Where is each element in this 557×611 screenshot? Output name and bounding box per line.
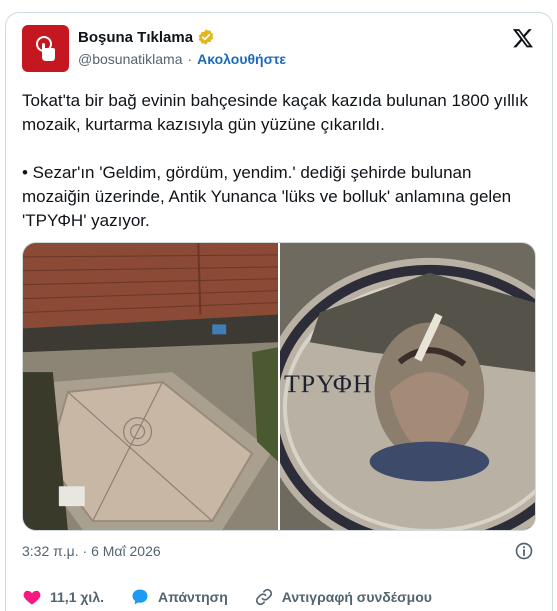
avatar[interactable]	[22, 25, 69, 72]
handle-separator: ·	[187, 51, 193, 67]
mosaic-closeup-image[interactable]: ΤΡΥΦΗ	[278, 243, 535, 530]
heart-icon	[23, 590, 41, 605]
tweet-media[interactable]: ΤΡΥΦΗ	[22, 242, 536, 531]
like-button[interactable]: 11,1 χιλ.	[22, 587, 104, 607]
follow-button[interactable]: Ακολουθήστε	[197, 51, 286, 67]
tweet-actions: 11,1 χιλ. Απάντηση Αντιγραφή συνδέσμου	[22, 585, 536, 609]
link-icon	[255, 588, 272, 606]
tweet-header: Boşuna Tıklama @bosunatiklama · Ακολουθή…	[22, 24, 536, 72]
tweet-card: Boşuna Tıklama @bosunatiklama · Ακολουθή…	[5, 12, 553, 611]
x-logo-icon[interactable]	[512, 27, 534, 49]
mosaic-inscription: ΤΡΥΦΗ	[284, 369, 373, 398]
aerial-mosaic-image[interactable]	[23, 243, 278, 530]
tap-hand-icon	[35, 35, 55, 61]
copy-link-label: Αντιγραφή συνδέσμου	[281, 589, 432, 605]
author-handle[interactable]: @bosunatiklama	[78, 51, 183, 67]
gold-verified-badge-icon	[198, 29, 214, 45]
copy-link-button[interactable]: Αντιγραφή συνδέσμου	[254, 587, 432, 607]
reply-button[interactable]: Απάντηση	[130, 587, 228, 607]
info-icon[interactable]	[514, 541, 534, 561]
tweet-text: Tokat'ta bir bağ evinin bahçesinde kaçak…	[22, 91, 529, 230]
author-name[interactable]: Boşuna Tıklama	[78, 29, 193, 46]
reply-label: Απάντηση	[158, 589, 228, 605]
tweet-timestamp[interactable]: 3:32 π.μ. · 6 Μαΐ 2026	[22, 543, 161, 559]
speech-bubble-icon	[132, 589, 148, 605]
like-count: 11,1 χιλ.	[50, 589, 104, 605]
